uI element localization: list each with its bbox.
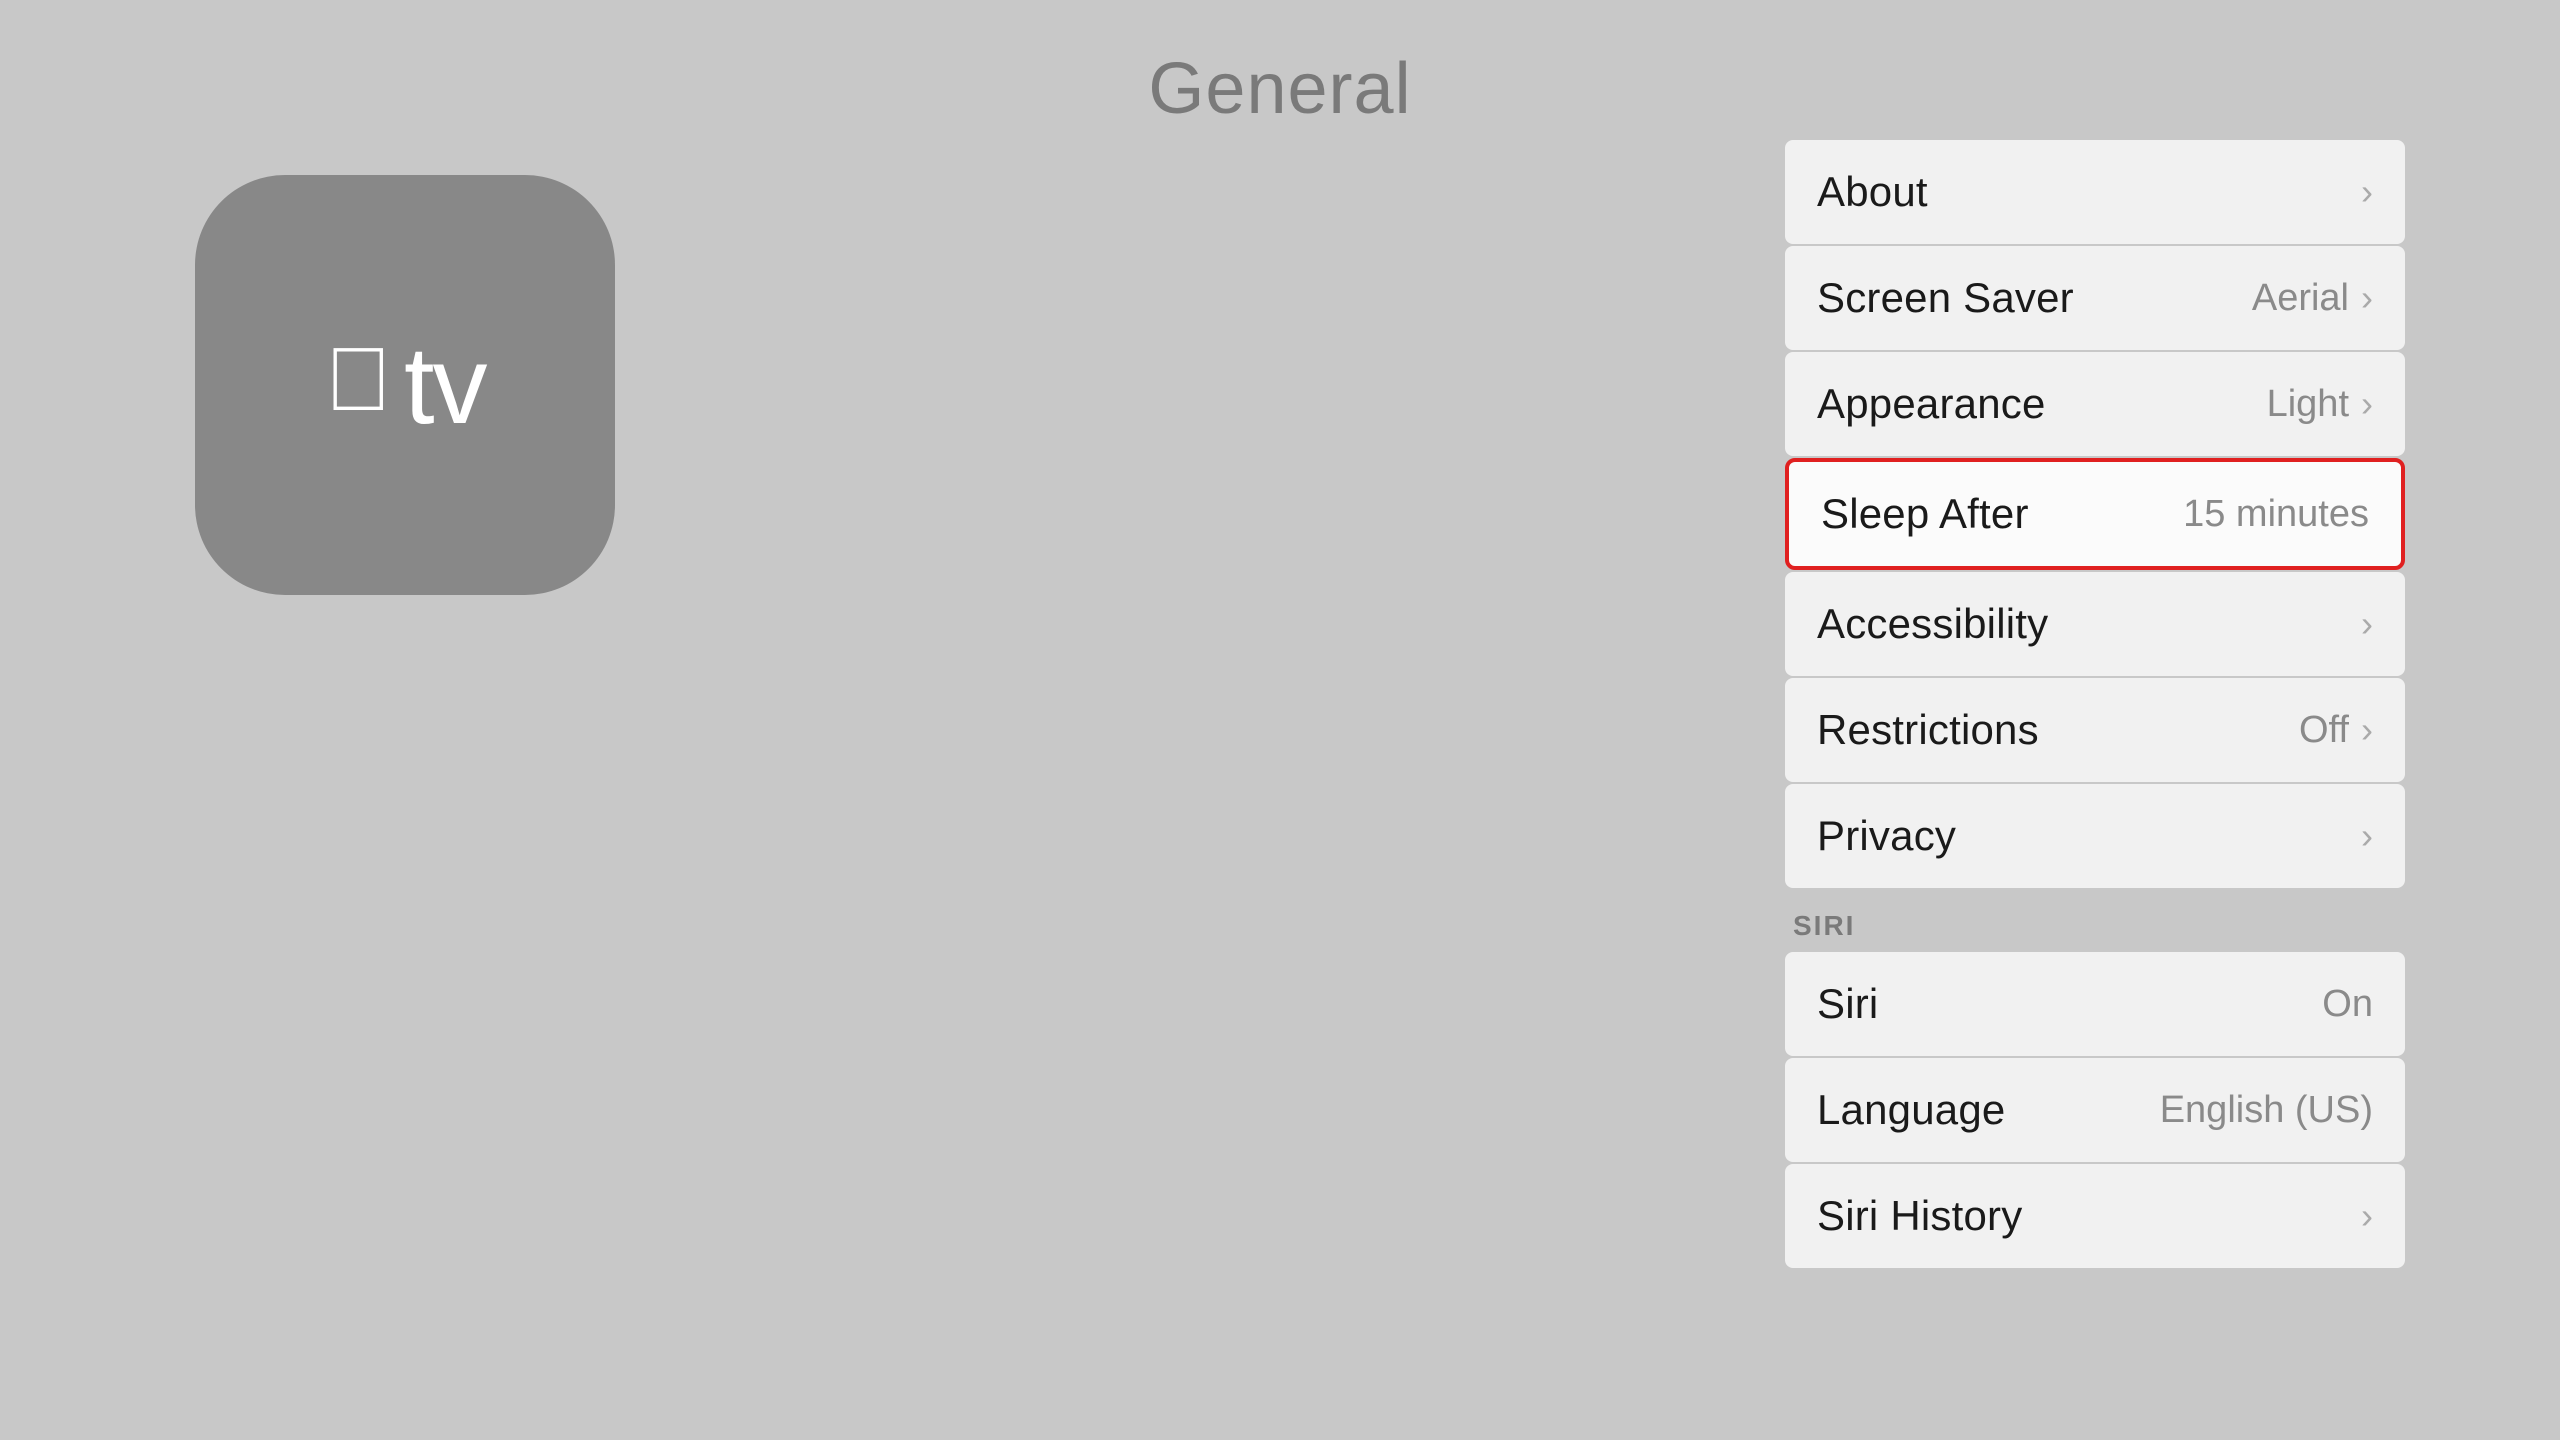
settings-list: About › Screen Saver Aerial › Appearance… [1785,140,2405,1268]
item-label-about: About [1817,168,1928,216]
settings-item-siri[interactable]: Siri On [1785,952,2405,1056]
item-value-siri: On [2322,983,2373,1026]
page-title: General [1148,48,1411,130]
apple-tv-brand:  tv [324,322,485,449]
chevron-screen-saver: › [2361,277,2373,319]
item-right-siri-history: › [2361,1195,2373,1237]
settings-item-screen-saver[interactable]: Screen Saver Aerial › [1785,246,2405,350]
chevron-privacy: › [2361,815,2373,857]
item-right-language: English (US) [2160,1089,2373,1132]
settings-item-siri-history[interactable]: Siri History › [1785,1164,2405,1268]
item-label-siri: Siri [1817,980,1878,1028]
settings-item-restrictions[interactable]: Restrictions Off › [1785,678,2405,782]
item-right-siri: On [2322,983,2373,1026]
apple-icon:  [324,335,392,425]
item-label-restrictions: Restrictions [1817,706,2039,754]
settings-item-about[interactable]: About › [1785,140,2405,244]
item-label-sleep-after: Sleep After [1821,490,2029,538]
item-value-appearance: Light [2267,383,2349,426]
item-right-about: › [2361,171,2373,213]
settings-item-privacy[interactable]: Privacy › [1785,784,2405,888]
item-value-screen-saver: Aerial [2252,277,2349,320]
apple-tv-logo:  tv [195,175,615,595]
item-label-privacy: Privacy [1817,812,1956,860]
chevron-siri-history: › [2361,1195,2373,1237]
siri-section-label: SIRI [1785,890,2405,950]
settings-item-sleep-after[interactable]: Sleep After 15 minutes [1785,458,2405,570]
item-value-language: English (US) [2160,1089,2373,1132]
item-label-appearance: Appearance [1817,380,2046,428]
item-label-screen-saver: Screen Saver [1817,274,2074,322]
item-label-accessibility: Accessibility [1817,600,2048,648]
settings-item-language[interactable]: Language English (US) [1785,1058,2405,1162]
item-right-screen-saver: Aerial › [2252,277,2373,320]
tv-label: tv [404,322,486,449]
item-right-sleep-after: 15 minutes [2183,493,2369,536]
item-label-siri-history: Siri History [1817,1192,2022,1240]
chevron-restrictions: › [2361,709,2373,751]
item-right-privacy: › [2361,815,2373,857]
item-value-sleep-after: 15 minutes [2183,493,2369,536]
item-right-restrictions: Off › [2299,709,2373,752]
chevron-about: › [2361,171,2373,213]
settings-item-appearance[interactable]: Appearance Light › [1785,352,2405,456]
chevron-appearance: › [2361,383,2373,425]
item-right-appearance: Light › [2267,383,2373,426]
item-right-accessibility: › [2361,603,2373,645]
item-value-restrictions: Off [2299,709,2349,752]
settings-item-accessibility[interactable]: Accessibility › [1785,572,2405,676]
item-label-language: Language [1817,1086,2005,1134]
chevron-accessibility: › [2361,603,2373,645]
